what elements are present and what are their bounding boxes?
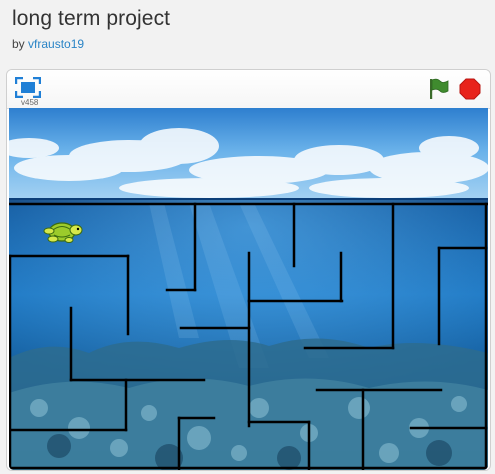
project-header: long term project by vfrausto19	[0, 0, 495, 58]
project-title: long term project	[12, 7, 171, 30]
green-flag-icon[interactable]	[428, 78, 450, 100]
project-byline: by vfrausto19	[12, 37, 84, 51]
game-stage[interactable]	[9, 108, 488, 470]
player-controls: v458	[7, 70, 490, 109]
version-label: v458	[21, 98, 39, 107]
fullscreen-icon[interactable]	[14, 76, 42, 99]
stop-sign-icon[interactable]	[459, 78, 481, 100]
project-player: v458	[6, 69, 491, 471]
author-link[interactable]: vfrausto19	[28, 37, 84, 51]
by-label: by	[12, 37, 29, 51]
